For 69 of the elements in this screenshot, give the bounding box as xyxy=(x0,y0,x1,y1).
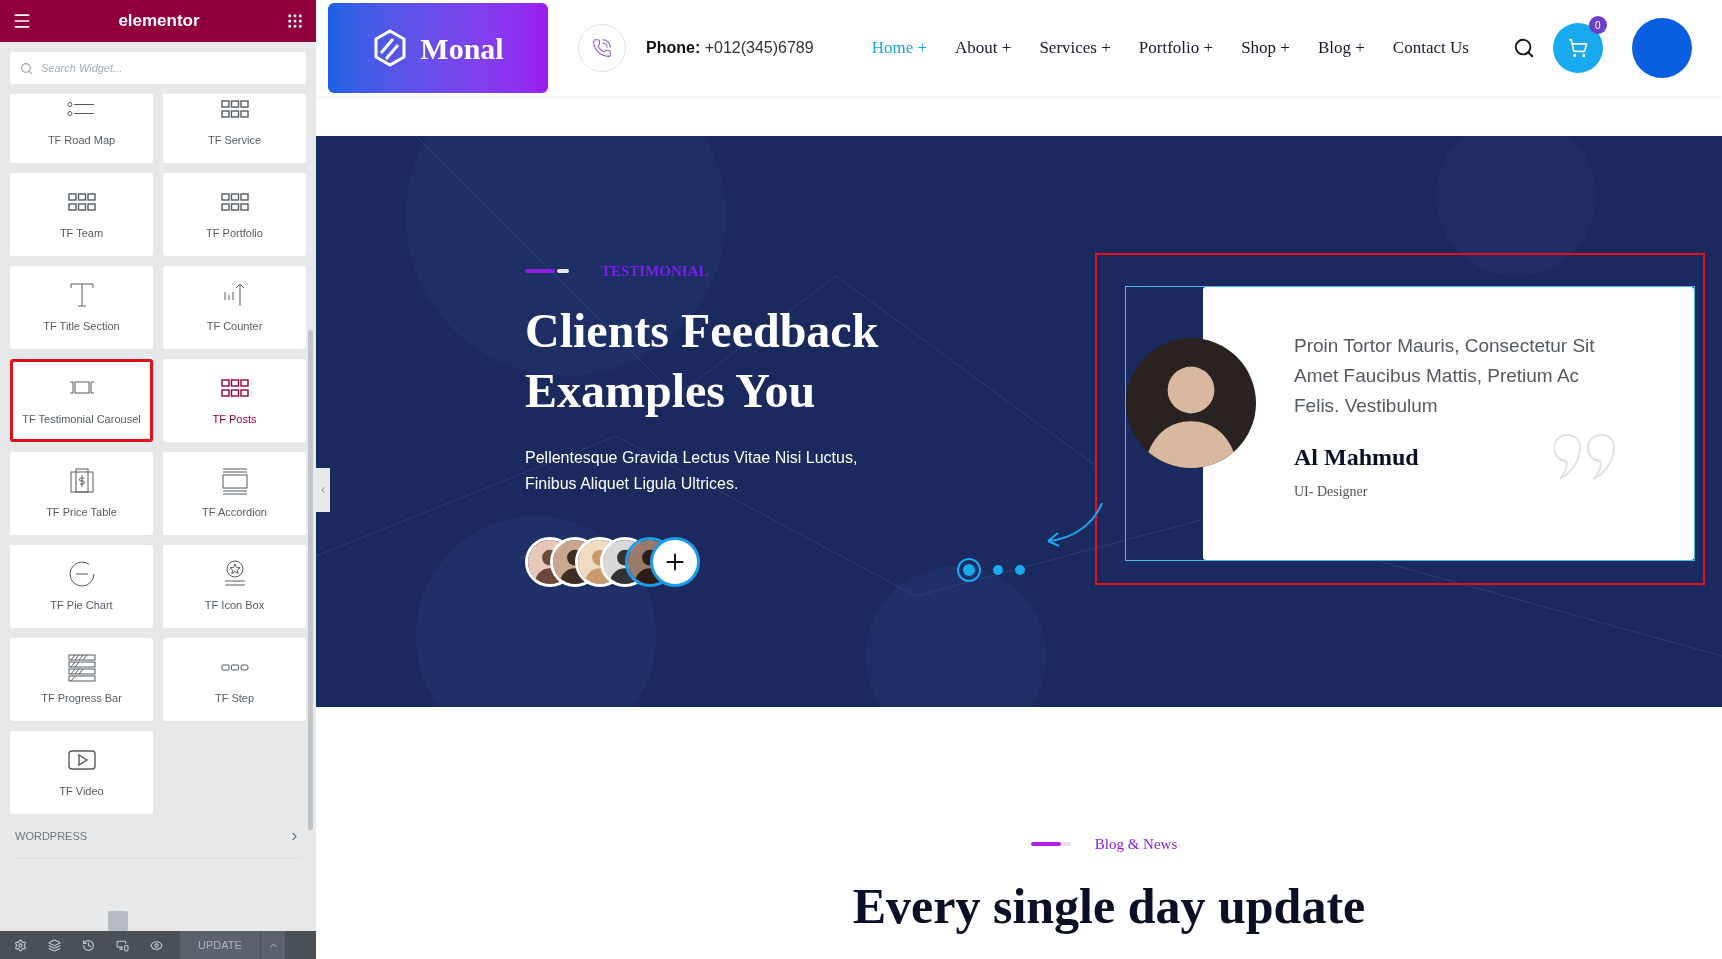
nav-link[interactable]: Contact Us xyxy=(1392,35,1469,61)
widget-tile[interactable]: TF Portfolio xyxy=(163,173,306,256)
widget-label: TF Pie Chart xyxy=(50,598,113,614)
widget-label: TF Posts xyxy=(212,412,257,428)
section-title: Every single day update xyxy=(852,876,1366,936)
layers-icon[interactable] xyxy=(48,938,61,952)
brand-title: elementor xyxy=(118,10,200,33)
widget-label: TF Portfolio xyxy=(206,226,263,242)
widget-label: TF Service xyxy=(207,133,262,149)
widget-label: TF Price Table xyxy=(46,505,117,521)
widget-tile[interactable]: TF Pie Chart xyxy=(10,545,153,628)
apps-icon[interactable] xyxy=(286,12,304,30)
search-icon xyxy=(20,62,33,75)
widget-label: TF Step xyxy=(214,691,255,707)
accordion-icon xyxy=(219,466,250,497)
grid-icon xyxy=(219,379,250,398)
preview-icon[interactable] xyxy=(150,938,163,952)
section-eyebrow: Blog & News xyxy=(1094,835,1178,854)
search-icon[interactable] xyxy=(1512,37,1535,59)
cart-count-badge: 0 xyxy=(1588,16,1607,34)
grid-icon xyxy=(219,100,250,119)
widget-tile[interactable]: TF Accordion xyxy=(163,452,306,535)
widget-label: TF Progress Bar xyxy=(41,691,122,707)
widget-tile[interactable]: TF Counter xyxy=(163,266,306,349)
settings-icon[interactable] xyxy=(14,938,27,952)
widget-label: TF Title Section xyxy=(43,319,120,335)
widget-tile[interactable]: TF Title Section xyxy=(10,266,153,349)
progress-bars-icon xyxy=(66,652,97,683)
widget-label: TF Road Map xyxy=(47,133,116,149)
widget-tile[interactable]: TF Video xyxy=(10,731,153,814)
responsive-icon[interactable] xyxy=(116,938,129,952)
nav-link[interactable]: Services + xyxy=(1039,35,1111,61)
widget-tile[interactable]: TF Service xyxy=(163,94,306,163)
nav-link[interactable]: Blog + xyxy=(1317,35,1365,61)
nav-link[interactable]: Portfolio + xyxy=(1138,35,1214,61)
nav-link[interactable]: About + xyxy=(955,35,1012,61)
menu-icon[interactable] xyxy=(12,11,32,31)
widget-label: TF Video xyxy=(59,784,104,800)
cart-button[interactable] xyxy=(1552,23,1603,73)
accent-line xyxy=(1030,842,1071,847)
elementor-icon xyxy=(108,910,128,931)
steps-icon xyxy=(219,663,250,671)
widget-label: TF Team xyxy=(59,226,104,242)
category-header[interactable]: WORDPRESS xyxy=(15,828,301,859)
scrollbar[interactable] xyxy=(308,330,313,830)
widget-tile[interactable]: TF Step xyxy=(163,638,306,721)
widget-label: TF Icon Box xyxy=(204,598,265,614)
widget-label: TF Testimonial Carousel xyxy=(22,412,141,428)
widget-tile[interactable]: TF Posts xyxy=(163,359,306,442)
phone-number: Phone: +012(345)6789 xyxy=(646,38,814,58)
history-icon[interactable] xyxy=(82,938,95,952)
widget-tile[interactable]: TF Testimonial Carousel xyxy=(10,359,153,442)
search-field[interactable]: Search Widget... xyxy=(10,52,306,84)
logo[interactable]: Monal xyxy=(328,3,548,93)
widget-tile[interactable]: TF Progress Bar xyxy=(10,638,153,721)
cart-icon xyxy=(1567,38,1588,58)
widget-tile[interactable]: TF Road Map xyxy=(10,94,153,163)
nav-link[interactable]: Shop + xyxy=(1241,35,1290,61)
widget-label: TF Counter xyxy=(206,319,263,335)
grid-icon xyxy=(66,193,97,212)
widget-tile[interactable]: TF Team xyxy=(10,173,153,256)
roadmap-icon xyxy=(66,101,97,118)
phone-icon xyxy=(592,38,612,58)
pie-chart-icon xyxy=(66,559,97,590)
widget-tile[interactable]: TF Icon Box xyxy=(163,545,306,628)
grid-icon xyxy=(219,193,250,212)
widget-label: TF Accordion xyxy=(202,505,267,521)
widget-tile[interactable]: TF Price Table xyxy=(10,452,153,535)
shield-logo-icon xyxy=(372,29,409,67)
